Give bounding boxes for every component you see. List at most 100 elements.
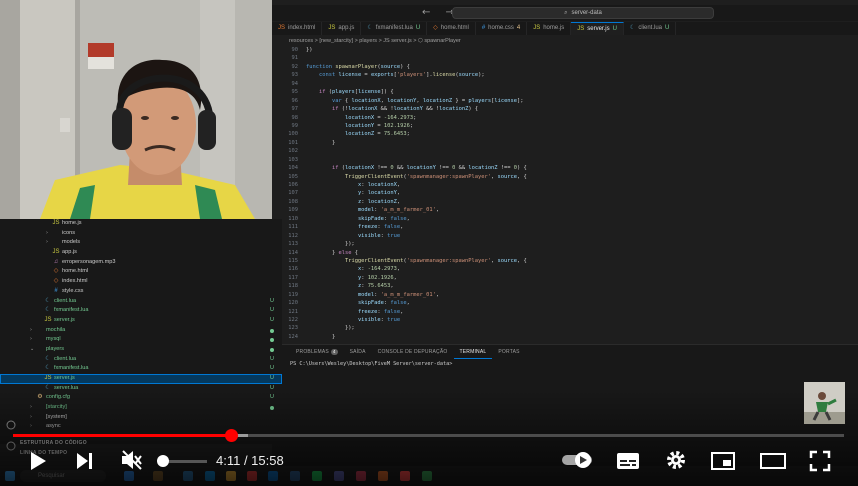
settings-icon[interactable] <box>665 449 687 471</box>
editor-tab[interactable]: ◇ home.html <box>427 22 476 35</box>
autoplay-toggle-icon[interactable] <box>561 450 595 470</box>
code-line[interactable]: 123 }); <box>272 324 858 332</box>
code-line[interactable]: 100 locationZ = 75.6453; <box>272 130 858 138</box>
explorer-item[interactable]: ♫ erropersonagem.mp3 <box>0 258 282 268</box>
spotify-icon[interactable] <box>312 471 322 481</box>
code-line[interactable]: 112 visible: true <box>272 232 858 240</box>
settings-gear-icon[interactable] <box>6 441 16 451</box>
explorer-item[interactable]: ☾ fxmanifest.lua U <box>0 364 282 374</box>
code-line[interactable]: 118 z: 75.6453, <box>272 282 858 290</box>
app-icon-12[interactable] <box>378 471 388 481</box>
code-line[interactable]: 91 <box>272 54 858 62</box>
panel-tab[interactable]: SAÍDA <box>344 345 372 359</box>
explorer-item[interactable]: › models <box>0 238 282 248</box>
code-line[interactable]: 109 model: 'a_m_m_farmer_01', <box>272 206 858 214</box>
app-icon-14[interactable] <box>422 471 432 481</box>
code-line[interactable]: 113 }); <box>272 240 858 248</box>
code-line[interactable]: 93 const license = exports['players'].li… <box>272 71 858 79</box>
video-frame[interactable]: ← → ⌕ server-data JS index.html JS app.js ☾ fx… <box>0 0 858 486</box>
code-line[interactable]: 99 locationY = 102.1926; <box>272 122 858 130</box>
code-line[interactable]: 111 freeze: false, <box>272 223 858 231</box>
code-line[interactable]: 114 } else { <box>272 249 858 257</box>
app-icon-10[interactable] <box>334 471 344 481</box>
channel-watermark[interactable] <box>804 382 845 424</box>
code-line[interactable]: 116 x: -164.2973, <box>272 265 858 273</box>
captions-icon[interactable] <box>616 451 640 471</box>
vscode-icon[interactable] <box>268 471 278 481</box>
code-line[interactable]: 103 <box>272 156 858 164</box>
code-line[interactable]: 120 skipFade: false, <box>272 299 858 307</box>
theater-mode-icon[interactable] <box>760 451 786 471</box>
explorer-item[interactable]: ⚙ config.cfg U <box>0 393 282 403</box>
code-line[interactable]: 105 TriggerClientEvent('spawnmanager:spa… <box>272 173 858 181</box>
start-icon[interactable] <box>5 471 15 481</box>
explorer-item[interactable]: › [starcity] <box>0 403 282 413</box>
outline-section[interactable]: ESTRUTURA DO CÓDIGO <box>20 440 87 446</box>
code-line[interactable]: 97 if (!locationX && !locationY && !loca… <box>272 105 858 113</box>
panel-tab[interactable]: CONSOLE DE DEPURAÇÃO <box>372 345 454 359</box>
chrome-icon[interactable] <box>247 471 257 481</box>
code-line[interactable]: 98 locationX = -164.2973; <box>272 114 858 122</box>
editor-tab[interactable]: JS index.html <box>272 22 323 35</box>
explorer-item[interactable]: ◇ index.html <box>0 277 282 287</box>
code-line[interactable]: 115 TriggerClientEvent('spawnmanager:spa… <box>272 257 858 265</box>
explorer-item[interactable]: JS home.js <box>0 219 282 229</box>
code-line[interactable]: 125 <box>272 341 858 342</box>
editor-tab[interactable]: JS app.js <box>322 22 362 35</box>
editor-tab[interactable]: JS home.js <box>527 22 572 35</box>
explorer-item[interactable]: ⌄ players <box>0 345 282 355</box>
app-icon-13[interactable] <box>400 471 410 481</box>
fullscreen-icon[interactable] <box>809 450 831 472</box>
code-line[interactable]: 108 z: locationZ, <box>272 198 858 206</box>
code-line[interactable]: 102 <box>272 147 858 155</box>
terminal-prompt[interactable]: PS C:\Users\Wesley\Desktop\FiveM Server\… <box>272 361 858 367</box>
code-line[interactable]: 124 } <box>272 333 858 341</box>
code-editor[interactable]: 90}) 91 92 function spawnarPlayer(source) {… <box>272 46 858 342</box>
app-icon-1[interactable] <box>124 471 134 481</box>
code-line[interactable]: 122 visible: true <box>272 316 858 324</box>
explorer-item[interactable]: › mochila <box>0 326 282 336</box>
code-line[interactable]: 95 if (players[license]) { <box>272 88 858 96</box>
explorer-icon[interactable] <box>226 471 236 481</box>
code-line[interactable]: 106 x: locationX, <box>272 181 858 189</box>
code-line[interactable]: 110 skipFade: false, <box>272 215 858 223</box>
edge-icon[interactable] <box>205 471 215 481</box>
muted-volume-icon[interactable] <box>120 449 144 471</box>
app-icon-8[interactable] <box>290 471 300 481</box>
panel-tab[interactable]: PORTAS <box>492 345 525 359</box>
code-line[interactable]: 121 freeze: false, <box>272 308 858 316</box>
code-line[interactable]: 101 } <box>272 139 858 147</box>
editor-tab[interactable]: # home.css 4 <box>476 22 528 35</box>
app-icon-3[interactable] <box>183 471 193 481</box>
code-line[interactable]: 117 y: 102.1926, <box>272 274 858 282</box>
explorer-item[interactable]: ☾ client.lua U <box>0 355 282 365</box>
command-center[interactable]: ⌕ server-data <box>452 7 714 19</box>
editor-tab[interactable]: JS server.js U <box>571 22 624 35</box>
progress-bar[interactable] <box>13 434 844 437</box>
explorer-item[interactable]: › mysql <box>0 335 282 345</box>
panel-tab[interactable]: PROBLEMAS 4 <box>290 345 344 359</box>
miniplayer-icon[interactable] <box>711 451 735 471</box>
explorer-item[interactable]: JS server.js U <box>0 316 282 326</box>
explorer-item[interactable]: ☾ client.lua U <box>0 297 282 307</box>
code-line[interactable]: 107 y: locationY, <box>272 189 858 197</box>
editor-tab[interactable]: ☾ client.lua U <box>624 22 677 35</box>
code-line[interactable]: 104 if (locationX !== 0 && locationY !==… <box>272 164 858 172</box>
account-icon[interactable] <box>6 420 16 430</box>
next-icon[interactable] <box>75 451 95 471</box>
code-line[interactable]: 96 var { locationX, locationY, locationZ… <box>272 97 858 105</box>
explorer-item[interactable]: › icons <box>0 229 282 239</box>
explorer-item[interactable]: › [system] <box>0 413 282 423</box>
explorer-item[interactable]: JS server.js U <box>0 374 282 384</box>
explorer-item[interactable]: › async <box>0 422 282 432</box>
explorer-item[interactable]: ◇ home.html <box>0 267 282 277</box>
app-icon-11[interactable] <box>356 471 366 481</box>
explorer-item[interactable]: ☾ server.lua U <box>0 384 282 394</box>
code-line[interactable]: 119 model: 'a_m_m_farmer_01', <box>272 291 858 299</box>
code-line[interactable]: 92 function spawnarPlayer(source) { <box>272 63 858 71</box>
explorer-item[interactable]: # style.css <box>0 287 282 297</box>
code-line[interactable]: 90}) <box>272 46 858 54</box>
code-line[interactable]: 94 <box>272 80 858 88</box>
breadcrumb[interactable]: resources > [new_starcity] > players > J… <box>272 36 858 46</box>
app-icon-2[interactable] <box>153 471 163 481</box>
